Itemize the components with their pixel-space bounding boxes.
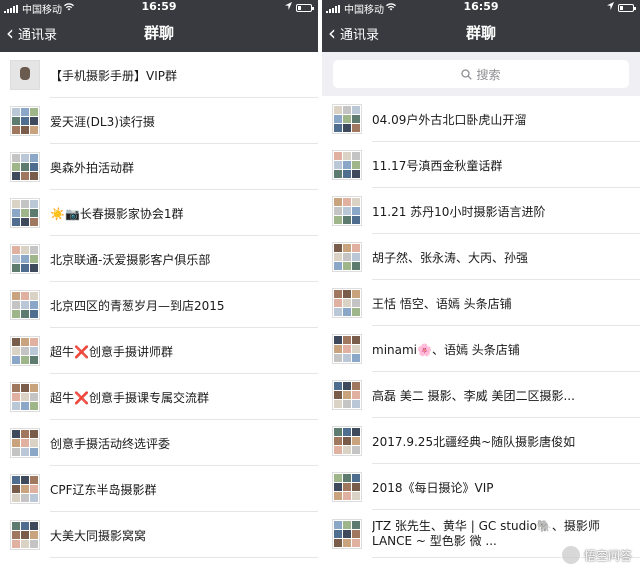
group-avatar <box>332 196 362 226</box>
group-list-item[interactable]: 2017.9.25北疆经典~随队摄影唐俊如 <box>322 418 640 464</box>
group-avatar <box>332 426 362 456</box>
group-list-item[interactable]: 大美大同摄影窝窝 <box>0 512 318 558</box>
group-avatar <box>10 244 40 274</box>
group-name: 北京四区的青葱岁月—到店2015 <box>50 298 225 313</box>
group-name: 大美大同摄影窝窝 <box>50 528 147 543</box>
group-avatar <box>332 380 362 410</box>
group-name: 胡子然、张永涛、大丙、孙强 <box>372 250 529 265</box>
location-icon <box>607 2 614 13</box>
group-list: 【手机摄影手册】VIP群 爱天涯(DL3)读行摄 奥森外拍活动群 ☀️📷长春摄影家协会… <box>0 52 318 558</box>
group-avatar <box>332 242 362 272</box>
status-time: 16:59 <box>141 0 177 13</box>
group-name: ☀️📷长春摄影家协会1群 <box>50 206 184 221</box>
location-icon <box>285 2 292 13</box>
group-avatar <box>10 152 40 182</box>
group-name: 高磊 美二 摄影、李威 美团二区摄影... <box>372 388 575 403</box>
watermark-text: 悟空问答 <box>583 548 632 563</box>
group-avatar <box>10 520 40 550</box>
group-list-item[interactable]: 11.21 苏丹10小时摄影语言进阶 <box>322 188 640 234</box>
group-list-item[interactable]: 【手机摄影手册】VIP群 <box>0 52 318 98</box>
page-title: 群聊 <box>465 24 496 42</box>
group-avatar <box>332 472 362 502</box>
status-bar: 中国移动 16:59 <box>322 0 640 16</box>
group-list: 04.09户外古北口卧虎山开溜 11.17号滇西金秋童话群 11.21 苏丹10小时… <box>322 96 640 558</box>
watermark-logo-icon <box>560 545 581 565</box>
group-list-item[interactable]: 创意手摄活动终选评委 <box>0 420 318 466</box>
right-phone-screen: 中国移动 16:59 ‹ 通讯录 群聊 搜索 04.09户外古北口卧虎山开溜 11… <box>322 0 640 569</box>
group-avatar <box>10 198 40 228</box>
group-name: minami🌸、语嫣 头条店铺 <box>372 342 520 357</box>
group-name: 04.09户外古北口卧虎山开溜 <box>372 112 527 127</box>
group-name: 超牛❌创意手摄讲师群 <box>50 344 173 359</box>
group-name: 11.21 苏丹10小时摄影语言进阶 <box>372 204 546 219</box>
group-name: 创意手摄活动终选评委 <box>50 436 171 451</box>
group-avatar <box>10 60 40 90</box>
search-icon <box>461 68 473 80</box>
group-list-item[interactable]: 超牛❌创意手摄课专属交流群 <box>0 374 318 420</box>
group-avatar <box>10 106 40 136</box>
group-list-item[interactable]: 爱天涯(DL3)读行摄 <box>0 98 318 144</box>
page-title: 群聊 <box>143 24 174 42</box>
group-avatar <box>10 428 40 458</box>
group-avatar <box>10 290 40 320</box>
group-avatar <box>10 336 40 366</box>
group-list-item[interactable]: ☀️📷长春摄影家协会1群 <box>0 190 318 236</box>
group-name: 超牛❌创意手摄课专属交流群 <box>50 390 209 405</box>
group-list-item[interactable]: 超牛❌创意手摄讲师群 <box>0 328 318 374</box>
group-list-item[interactable]: 11.17号滇西金秋童话群 <box>322 142 640 188</box>
search-bar: 搜索 <box>322 52 640 96</box>
group-name: 【手机摄影手册】VIP群 <box>50 68 177 83</box>
group-name: 爱天涯(DL3)读行摄 <box>50 114 155 129</box>
group-avatar <box>332 519 362 549</box>
group-list-item[interactable]: 北京联通-沃爱摄影客户俱乐部 <box>0 236 318 282</box>
group-name: 王恬 悟空、语嫣 头条店铺 <box>372 296 512 311</box>
battery-icon <box>618 3 636 12</box>
group-avatar <box>10 474 40 504</box>
status-bar: 中国移动 16:59 <box>0 0 318 16</box>
group-list-item[interactable]: 高磊 美二 摄影、李威 美团二区摄影... <box>322 372 640 418</box>
watermark: 悟空问答 <box>560 545 632 565</box>
group-list-item[interactable]: 胡子然、张永涛、大丙、孙强 <box>322 234 640 280</box>
group-name: 2017.9.25北疆经典~随队摄影唐俊如 <box>372 434 576 449</box>
group-avatar <box>332 334 362 364</box>
nav-bar: ‹ 通讯录 群聊 <box>0 14 318 52</box>
group-name: CPF辽东半岛摄影群 <box>50 482 157 497</box>
group-list-item[interactable]: 王恬 悟空、语嫣 头条店铺 <box>322 280 640 326</box>
group-list-item[interactable]: 奥森外拍活动群 <box>0 144 318 190</box>
group-name: 奥森外拍活动群 <box>50 160 135 175</box>
group-avatar <box>332 150 362 180</box>
group-name: 11.17号滇西金秋童话群 <box>372 158 503 173</box>
battery-icon <box>296 3 314 12</box>
group-avatar <box>10 382 40 412</box>
group-name: 北京联通-沃爱摄影客户俱乐部 <box>50 252 211 267</box>
group-list-item[interactable]: 04.09户外古北口卧虎山开溜 <box>322 96 640 142</box>
group-list-item[interactable]: 2018《每日摄论》VIP <box>322 464 640 510</box>
group-list-item[interactable]: minami🌸、语嫣 头条店铺 <box>322 326 640 372</box>
group-name: 2018《每日摄论》VIP <box>372 480 494 495</box>
status-time: 16:59 <box>463 0 499 13</box>
search-input[interactable]: 搜索 <box>333 60 629 88</box>
left-phone-screen: 中国移动 16:59 ‹ 通讯录 群聊 【手机摄影手册】VIP群 爱天涯(DL3)… <box>0 0 318 569</box>
group-list-item[interactable]: 北京四区的青葱岁月—到店2015 <box>0 282 318 328</box>
nav-bar: ‹ 通讯录 群聊 <box>322 14 640 52</box>
group-avatar <box>332 288 362 318</box>
search-placeholder: 搜索 <box>476 67 501 82</box>
group-avatar <box>332 104 362 134</box>
group-list-item[interactable]: CPF辽东半岛摄影群 <box>0 466 318 512</box>
